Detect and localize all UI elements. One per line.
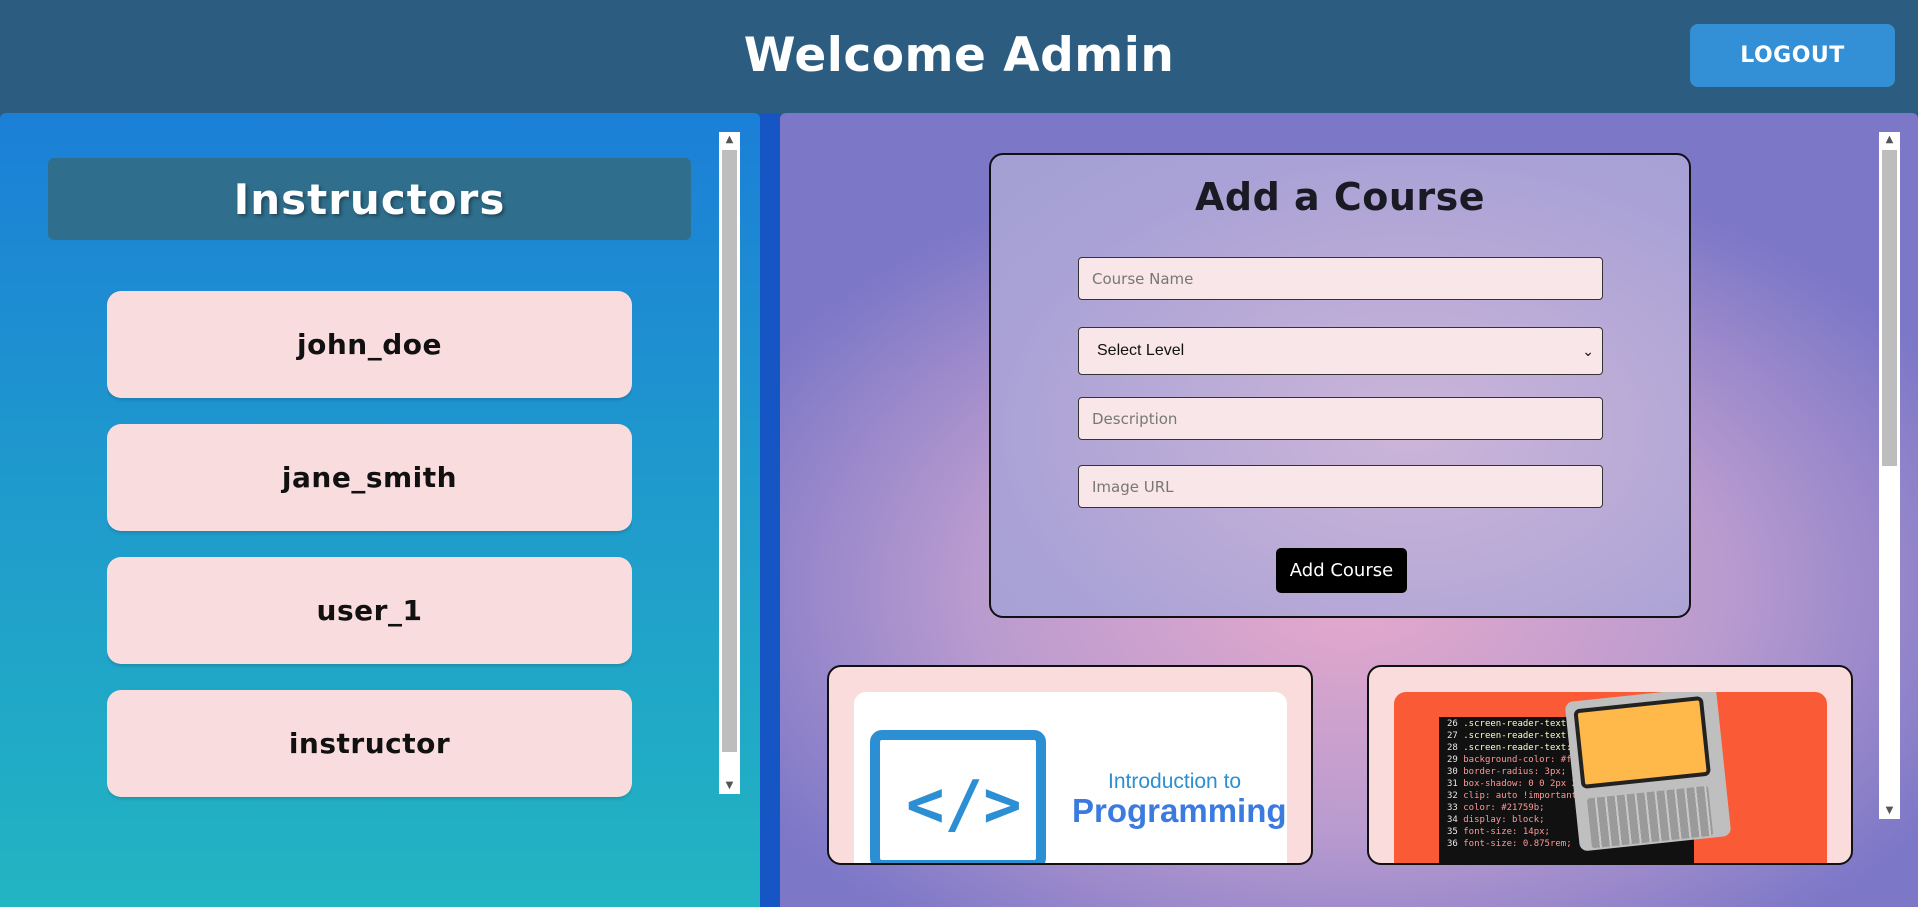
course-name-input[interactable] (1078, 257, 1603, 300)
instructor-card[interactable]: user_1 (107, 557, 632, 664)
instructor-list: john_doe jane_smith user_1 instructor (107, 291, 632, 907)
scroll-thumb[interactable] (1882, 150, 1897, 466)
instructor-name: instructor (288, 727, 451, 760)
instructor-list-scrollbar[interactable]: ▲ ▼ (719, 132, 740, 794)
instructor-card[interactable]: instructor (107, 690, 632, 797)
course-image: </> Introduction to Programming (854, 692, 1287, 863)
add-course-form: Add a Course Select Level ⌄ Add Course (989, 153, 1691, 618)
instructor-card[interactable]: jane_smith (107, 424, 632, 531)
scroll-thumb[interactable] (722, 150, 737, 752)
instructor-name: user_1 (316, 594, 423, 627)
course-image-text: Introduction to (1108, 770, 1242, 793)
chevron-down-icon: ⌄ (1582, 342, 1594, 359)
level-select-value: Select Level (1097, 342, 1185, 359)
scroll-down-arrow-icon[interactable]: ▼ (1879, 803, 1900, 819)
instructor-name: jane_smith (281, 461, 458, 494)
instructors-title: Instructors (233, 174, 506, 224)
panel-divider (760, 113, 780, 907)
description-input[interactable] (1078, 397, 1603, 440)
course-image: 26 .screen-reader-text:hov 27 .screen-re… (1394, 692, 1827, 863)
course-card[interactable]: 26 .screen-reader-text:hov 27 .screen-re… (1367, 665, 1853, 865)
page-title: Welcome Admin (743, 28, 1175, 83)
add-course-button[interactable]: Add Course (1276, 548, 1407, 593)
instructors-title-box: Instructors (48, 158, 691, 240)
course-image-title: Programming (1072, 792, 1287, 829)
image-url-input[interactable] (1078, 465, 1603, 508)
course-card[interactable]: </> Introduction to Programming (827, 665, 1313, 865)
scroll-up-arrow-icon[interactable]: ▲ (1879, 132, 1900, 148)
instructor-name: john_doe (297, 328, 442, 361)
laptop-icon (1564, 692, 1732, 852)
instructor-card[interactable]: john_doe (107, 291, 632, 398)
courses-panel: Add a Course Select Level ⌄ Add Course <… (780, 113, 1918, 907)
form-title: Add a Course (1194, 175, 1486, 219)
main-scrollbar[interactable]: ▲ ▼ (1879, 132, 1900, 819)
scroll-up-arrow-icon[interactable]: ▲ (719, 132, 740, 148)
logout-button[interactable]: LOGOUT (1690, 24, 1895, 87)
level-select[interactable]: Select Level ⌄ (1078, 327, 1603, 375)
instructors-panel: Instructors john_doe jane_smith user_1 i… (0, 113, 760, 907)
scroll-down-arrow-icon[interactable]: ▼ (719, 778, 740, 794)
code-brackets-icon: </> (870, 730, 1046, 863)
header-bar: Welcome Admin LOGOUT (0, 0, 1918, 113)
